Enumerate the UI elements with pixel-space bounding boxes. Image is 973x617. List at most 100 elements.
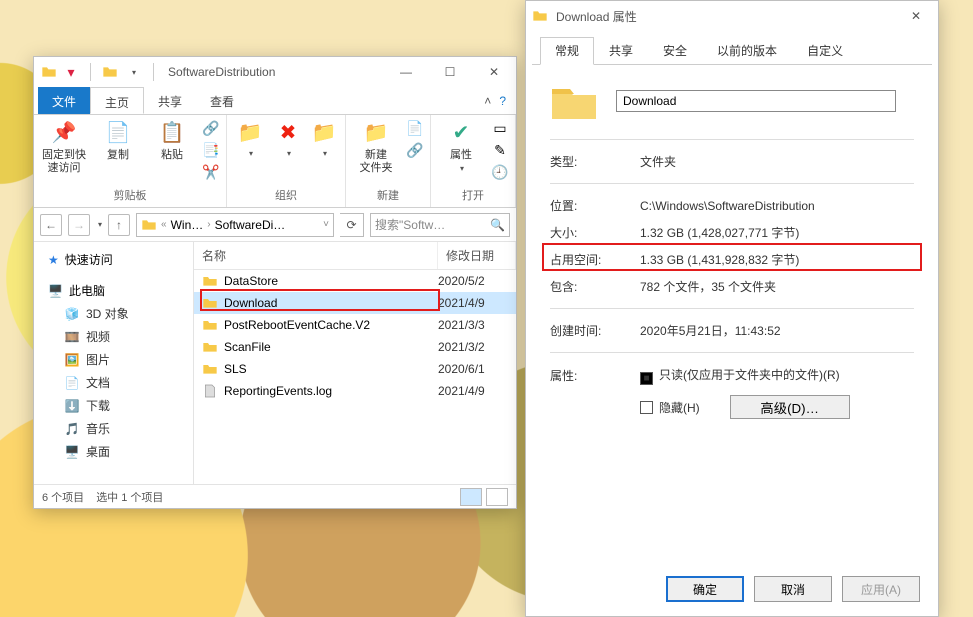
file-row[interactable]: ScanFile2021/3/2 [194, 336, 516, 358]
breadcrumb[interactable]: « Win… › SoftwareDi… ˅ [136, 213, 334, 237]
nav-downloads[interactable]: ⬇️下载 [34, 394, 193, 417]
properties-titlebar[interactable]: Download 属性 ✕ [526, 1, 938, 31]
cancel-button[interactable]: 取消 [754, 576, 832, 602]
ribbon-tabs: 文件 主页 共享 查看 ˄ ? [34, 87, 516, 115]
tab-file[interactable]: 文件 [38, 87, 90, 114]
col-name[interactable]: 名称 [194, 242, 438, 269]
advanced-button[interactable]: 高级(D)… [730, 395, 850, 419]
move-to-icon: 📁 [236, 119, 264, 147]
hidden-checkbox[interactable] [640, 401, 653, 414]
delete-icon: ✖ [274, 119, 302, 147]
pin-icon: 📌 [50, 119, 78, 147]
delete-button[interactable]: ✖▾ [273, 119, 303, 159]
explorer-titlebar[interactable]: ▾ ▾ SoftwareDistribution — ☐ ✕ [34, 57, 516, 87]
tab-view[interactable]: 查看 [196, 87, 248, 114]
file-row[interactable]: Download2021/4/9 [194, 292, 516, 314]
column-headers[interactable]: 名称 修改日期 [194, 242, 516, 270]
document-icon: 📄 [64, 375, 80, 391]
readonly-checkbox[interactable]: ■ [640, 372, 653, 385]
ribbon: 📌 固定到快 速访问 📄 复制 📋 粘贴 🔗 📑 ✂️ 剪贴板 [34, 115, 516, 208]
separator [90, 63, 91, 81]
history-icon[interactable]: 🕘 [491, 163, 509, 181]
newfolder-button[interactable]: 📁 新建 文件夹 [352, 119, 400, 175]
help-icon[interactable]: ? [499, 94, 506, 108]
navigation-pane[interactable]: ★快速访问 🖥️此电脑 🧊3D 对象 🎞️视频 🖼️图片 📄文档 ⬇️下载 🎵音… [34, 242, 194, 484]
edit-icon[interactable]: ✎ [491, 141, 509, 159]
label-contains: 包含: [550, 278, 640, 295]
folder-icon [202, 361, 218, 377]
folder-icon [202, 295, 218, 311]
crumb-current[interactable]: SoftwareDi… [215, 218, 286, 232]
file-name: ReportingEvents.log [224, 384, 432, 398]
pin-button[interactable]: 📌 固定到快 速访问 [40, 119, 88, 175]
cut-icon[interactable]: ✂️ [202, 163, 220, 181]
search-input[interactable]: 搜索"Softw… 🔍 [370, 213, 510, 237]
chevron-down-icon[interactable]: ▾ [125, 63, 143, 81]
properties-button[interactable]: ✔ 属性 ▾ [437, 119, 485, 174]
value-location: C:\Windows\SoftwareDistribution [640, 199, 914, 213]
copy-button[interactable]: 📄 复制 [94, 119, 142, 162]
tab-share[interactable]: 共享 [144, 87, 196, 114]
label-type: 类型: [550, 153, 640, 170]
chevron-down-icon[interactable]: ˅ [323, 219, 329, 230]
paste-button[interactable]: 📋 粘贴 [148, 119, 196, 162]
address-bar: ← → ▾ ↑ « Win… › SoftwareDi… ˅ ⟳ 搜索"Soft… [34, 208, 516, 242]
file-date: 2020/6/1 [438, 362, 508, 376]
props-qat-icon[interactable]: ▾ [62, 63, 80, 81]
open-icon[interactable]: ▭ [491, 119, 509, 137]
folder-icon [202, 339, 218, 355]
properties-tabs: 常规 共享 安全 以前的版本 自定义 [532, 31, 932, 65]
forward-button[interactable]: → [68, 214, 90, 236]
nav-this-pc[interactable]: 🖥️此电脑 [34, 279, 193, 302]
close-button[interactable]: ✕ [472, 58, 516, 86]
search-icon: 🔍 [490, 218, 505, 232]
refresh-button[interactable]: ⟳ [340, 213, 364, 237]
file-row[interactable]: SLS2020/6/1 [194, 358, 516, 380]
tab-sharing[interactable]: 共享 [594, 37, 648, 65]
nav-desktop[interactable]: 🖥️桌面 [34, 440, 193, 463]
close-button[interactable]: ✕ [894, 2, 938, 30]
music-icon: 🎵 [64, 421, 80, 437]
up-button[interactable]: ↑ [108, 214, 130, 236]
history-dropdown[interactable]: ▾ [98, 220, 102, 229]
move-button[interactable]: 📁▾ [233, 119, 267, 159]
file-row[interactable]: DataStore2020/5/2 [194, 270, 516, 292]
back-button[interactable]: ← [40, 214, 62, 236]
maximize-button[interactable]: ☐ [428, 58, 472, 86]
nav-3d[interactable]: 🧊3D 对象 [34, 302, 193, 325]
link-icon[interactable]: 🔗 [406, 141, 424, 159]
chevron-up-icon[interactable]: ˄ [484, 94, 491, 108]
nav-pictures[interactable]: 🖼️图片 [34, 348, 193, 371]
icons-view-button[interactable] [486, 488, 508, 506]
ok-button[interactable]: 确定 [666, 576, 744, 602]
tab-previous-versions[interactable]: 以前的版本 [702, 37, 792, 65]
tab-security[interactable]: 安全 [648, 37, 702, 65]
chevron-right-icon[interactable]: « [161, 219, 167, 230]
apply-button[interactable]: 应用(A) [842, 576, 920, 602]
shortcut-icon[interactable]: 🔗 [202, 119, 220, 137]
crumb-windows[interactable]: Win… [171, 218, 204, 232]
new-extra: 📄 🔗 [406, 119, 424, 159]
folder-icon [532, 8, 548, 24]
nav-documents[interactable]: 📄文档 [34, 371, 193, 394]
nav-quick-access[interactable]: ★快速访问 [34, 248, 193, 271]
minimize-button[interactable]: — [384, 58, 428, 86]
tab-general[interactable]: 常规 [540, 37, 594, 65]
nav-videos[interactable]: 🎞️视频 [34, 325, 193, 348]
file-list[interactable]: 名称 修改日期 DataStore2020/5/2Download2021/4/… [194, 242, 516, 484]
tab-home[interactable]: 主页 [90, 87, 144, 114]
rename-button[interactable]: 📁▾ [309, 119, 339, 159]
newitem-icon[interactable]: 📄 [406, 119, 424, 137]
col-date[interactable]: 修改日期 [438, 242, 516, 269]
file-row[interactable]: PostRebootEventCache.V22021/3/3 [194, 314, 516, 336]
nav-music[interactable]: 🎵音乐 [34, 417, 193, 440]
details-view-button[interactable] [460, 488, 482, 506]
desktop-icon: 🖥️ [64, 444, 80, 460]
file-row[interactable]: ReportingEvents.log2021/4/9 [194, 380, 516, 402]
path-icon[interactable]: 📑 [202, 141, 220, 159]
file-icon [202, 383, 218, 399]
tab-customize[interactable]: 自定义 [792, 37, 858, 65]
file-date: 2021/3/3 [438, 318, 508, 332]
file-name: DataStore [224, 274, 432, 288]
folder-name-input[interactable] [616, 90, 896, 112]
